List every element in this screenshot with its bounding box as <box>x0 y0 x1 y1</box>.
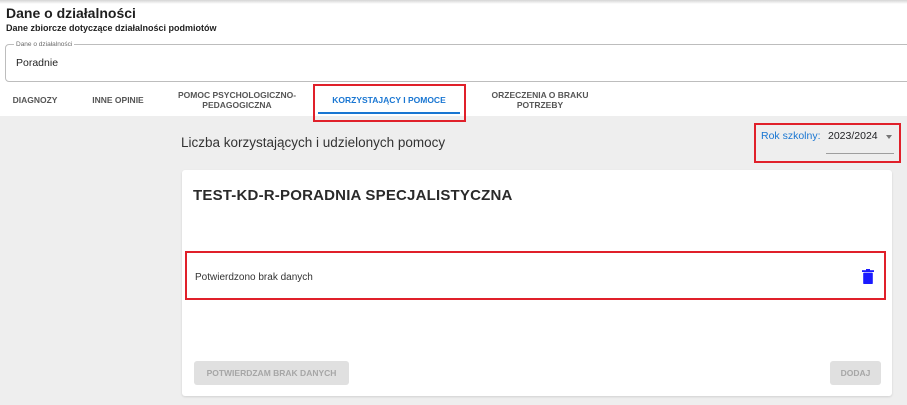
no-data-confirmed-text: Potwierdzono brak danych <box>195 272 313 283</box>
activity-field-legend: Dane o działalności <box>14 40 75 49</box>
page-title: Dane o działalności <box>6 5 136 21</box>
school-year-value: 2023/2024 <box>828 130 878 142</box>
facility-card: TEST-KD-R-PORADNIA SPECJALISTYCZNA Potwi… <box>182 170 892 396</box>
school-year-select[interactable]: 2023/2024 <box>826 130 894 154</box>
tab-inne-opinie[interactable]: INNE OPINIE <box>84 84 152 116</box>
trash-icon[interactable] <box>862 269 874 284</box>
tab-orzeczenia-o-braku-potrzeby[interactable]: ORZECZENIA O BRAKU POTRZEBY <box>478 84 602 116</box>
add-button[interactable]: DODAJ <box>830 361 881 385</box>
caret-down-icon <box>886 135 892 139</box>
activity-select-field[interactable]: Dane o działalności Poradnie <box>5 40 907 82</box>
activity-field-value: Poradnie <box>16 57 59 69</box>
tab-diagnozy[interactable]: DIAGNOZY <box>4 84 66 116</box>
active-tab-indicator <box>318 112 460 114</box>
section-title: Liczba korzystających i udzielonych pomo… <box>181 135 446 150</box>
top-shadow <box>0 0 907 4</box>
confirm-no-data-button[interactable]: POTWIERDZAM BRAK DANYCH <box>194 361 349 385</box>
tab-pomoc-psychologiczno-pedagogiczna[interactable]: POMOC PSYCHOLOGICZNO-PEDAGOGICZNA <box>164 84 310 116</box>
no-data-row: Potwierdzono brak danych <box>193 257 883 299</box>
school-year-label: Rok szkolny: <box>761 130 821 142</box>
page-subtitle: Dane zbiorcze dotyczące działalności pod… <box>6 23 217 33</box>
card-title: TEST-KD-R-PORADNIA SPECJALISTYCZNA <box>193 187 513 204</box>
